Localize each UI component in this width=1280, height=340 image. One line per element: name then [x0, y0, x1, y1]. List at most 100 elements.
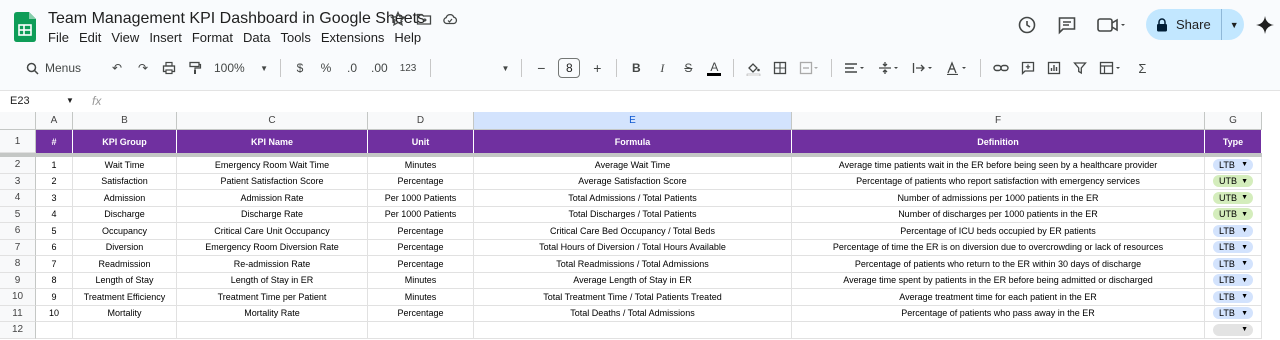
table-cell[interactable]: Total Discharges / Total Patients: [474, 206, 792, 223]
table-cell[interactable]: Percentage of patients who return to the…: [792, 256, 1205, 273]
move-folder-icon[interactable]: [416, 11, 432, 27]
type-dropdown-chip[interactable]: LTB ▼: [1213, 307, 1253, 320]
table-cell[interactable]: Patient Satisfaction Score: [177, 173, 368, 190]
table-cell[interactable]: Discharge Rate: [177, 206, 368, 223]
table-cell[interactable]: Occupancy: [73, 223, 177, 240]
row-header-9[interactable]: 9: [0, 272, 36, 289]
type-cell[interactable]: UTB ▼: [1205, 190, 1262, 207]
type-dropdown-chip[interactable]: UTB ▼: [1213, 191, 1253, 204]
table-cell[interactable]: Length of Stay: [73, 272, 177, 289]
font-size-increase-button[interactable]: +: [590, 60, 604, 76]
font-size-decrease-button[interactable]: −: [534, 60, 548, 76]
share-button[interactable]: Share ▼: [1146, 9, 1244, 40]
table-cell[interactable]: Percentage of patients who pass away in …: [792, 305, 1205, 322]
table-cell[interactable]: Percentage: [368, 223, 474, 240]
table-cell[interactable]: Average Length of Stay in ER: [474, 272, 792, 289]
row-header-5[interactable]: 5: [0, 206, 36, 223]
bold-button[interactable]: B: [629, 61, 643, 75]
increase-decimal-button[interactable]: .00: [371, 61, 388, 75]
table-cell[interactable]: Total Treatment Time / Total Patients Tr…: [474, 289, 792, 306]
table-cell[interactable]: 7: [36, 256, 73, 273]
type-dropdown-chip[interactable]: LTB ▼: [1213, 158, 1253, 171]
table-cell[interactable]: Percentage of patients who report satisf…: [792, 173, 1205, 190]
type-cell[interactable]: LTB ▼: [1205, 256, 1262, 273]
type-cell[interactable]: UTB ▼: [1205, 173, 1262, 190]
table-cell[interactable]: Number of admissions per 1000 patients i…: [792, 190, 1205, 207]
header-cell[interactable]: Type: [1205, 130, 1262, 153]
type-cell[interactable]: LTB ▼: [1205, 289, 1262, 306]
filter-views-icon[interactable]: [1099, 61, 1123, 75]
row-header-6[interactable]: 6: [0, 223, 36, 240]
cloud-saved-icon[interactable]: [442, 11, 458, 27]
type-dropdown-chip[interactable]: UTB ▼: [1213, 208, 1253, 221]
table-cell[interactable]: Mortality: [73, 305, 177, 322]
font-size-input[interactable]: 8: [558, 58, 581, 78]
header-cell[interactable]: Definition: [792, 130, 1205, 153]
header-cell[interactable]: KPI Name: [177, 130, 368, 153]
history-icon[interactable]: [1016, 14, 1038, 36]
type-dropdown-chip[interactable]: LTB ▼: [1213, 274, 1253, 287]
share-dropdown-icon[interactable]: ▼: [1230, 20, 1239, 30]
type-dropdown-chip[interactable]: LTB ▼: [1213, 224, 1253, 237]
table-cell[interactable]: Per 1000 Patients: [368, 190, 474, 207]
column-header-a[interactable]: A: [36, 112, 73, 130]
star-icon[interactable]: [390, 11, 406, 27]
type-dropdown-chip[interactable]: ▼: [1213, 323, 1253, 336]
table-cell[interactable]: 2: [36, 173, 73, 190]
row-header-7[interactable]: 7: [0, 239, 36, 256]
table-cell[interactable]: [474, 322, 792, 339]
row-header-11[interactable]: 11: [0, 305, 36, 322]
table-cell[interactable]: Minutes: [368, 272, 474, 289]
row-header-1[interactable]: 1: [0, 130, 36, 153]
table-cell[interactable]: Admission Rate: [177, 190, 368, 207]
menu-extensions[interactable]: Extensions: [321, 30, 390, 45]
name-box-dropdown-icon[interactable]: ▼: [66, 96, 74, 105]
table-cell[interactable]: Minutes: [368, 289, 474, 306]
header-cell[interactable]: Unit: [368, 130, 474, 153]
type-cell[interactable]: LTB ▼: [1205, 239, 1262, 256]
font-family-select[interactable]: ▼: [443, 64, 509, 73]
currency-format-button[interactable]: $: [293, 61, 307, 75]
table-cell[interactable]: Re-admission Rate: [177, 256, 368, 273]
header-cell[interactable]: #: [36, 130, 73, 153]
table-cell[interactable]: Readmission: [73, 256, 177, 273]
table-cell[interactable]: Percentage: [368, 256, 474, 273]
table-cell[interactable]: Average Satisfaction Score: [474, 173, 792, 190]
table-cell[interactable]: Total Deaths / Total Admissions: [474, 305, 792, 322]
table-cell[interactable]: Total Admissions / Total Patients: [474, 190, 792, 207]
insert-link-icon[interactable]: [993, 61, 1010, 75]
table-cell[interactable]: Wait Time: [73, 157, 177, 174]
table-cell[interactable]: [792, 322, 1205, 339]
table-cell[interactable]: 4: [36, 206, 73, 223]
table-cell[interactable]: Percentage: [368, 173, 474, 190]
table-cell[interactable]: Average treatment time for each patient …: [792, 289, 1205, 306]
table-cell[interactable]: Emergency Room Diversion Rate: [177, 239, 368, 256]
row-header-4[interactable]: 4: [0, 190, 36, 207]
row-header-3[interactable]: 3: [0, 173, 36, 190]
column-header-b[interactable]: B: [73, 112, 177, 130]
table-cell[interactable]: [36, 322, 73, 339]
type-cell[interactable]: UTB ▼: [1205, 206, 1262, 223]
type-cell[interactable]: LTB ▼: [1205, 305, 1262, 322]
menu-data[interactable]: Data: [243, 30, 275, 45]
column-header-f[interactable]: F: [792, 112, 1205, 130]
redo-icon[interactable]: ↷: [136, 61, 150, 75]
table-cell[interactable]: Total Readmissions / Total Admissions: [474, 256, 792, 273]
undo-icon[interactable]: ↶: [110, 61, 124, 75]
type-dropdown-chip[interactable]: UTB ▼: [1213, 175, 1253, 188]
row-header-8[interactable]: 8: [0, 256, 36, 273]
name-box[interactable]: E23: [10, 95, 30, 107]
table-cell[interactable]: Total Hours of Diversion / Total Hours A…: [474, 239, 792, 256]
horizontal-align-icon[interactable]: [844, 61, 866, 75]
table-cell[interactable]: Treatment Efficiency: [73, 289, 177, 306]
strikethrough-button[interactable]: S: [681, 61, 695, 75]
spreadsheet-grid[interactable]: A B C D E F G 1 2 3 4 5 6 7 8 9 10 11 12 # KPI Group KPI Name…: [0, 112, 1280, 340]
table-cell[interactable]: 5: [36, 223, 73, 240]
insert-chart-icon[interactable]: [1047, 61, 1061, 75]
document-title[interactable]: Team Management KPI Dashboard in Google …: [48, 10, 425, 28]
table-cell[interactable]: Mortality Rate: [177, 305, 368, 322]
column-header-d[interactable]: D: [368, 112, 474, 130]
table-cell[interactable]: Average time patients wait in the ER bef…: [792, 157, 1205, 174]
table-cell[interactable]: 9: [36, 289, 73, 306]
print-icon[interactable]: [162, 61, 176, 75]
